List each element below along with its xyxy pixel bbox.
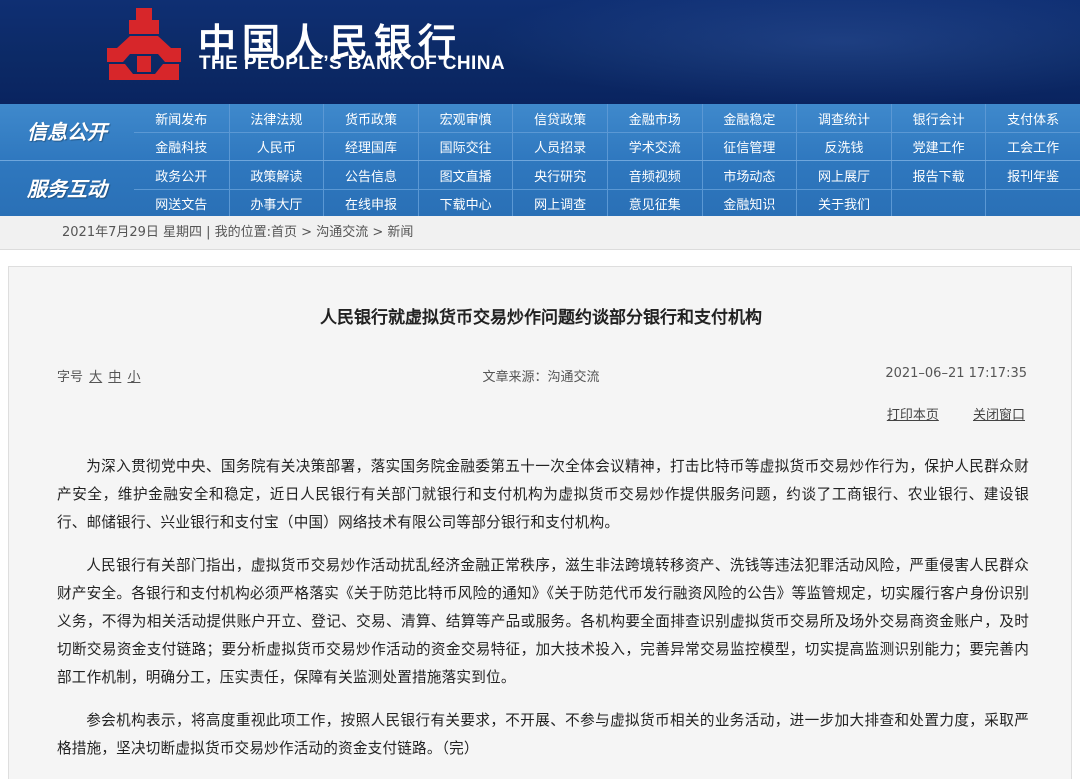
main-nav: 信息公开 新闻发布 法律法规 货币政策 宏观审慎 信贷政策 金融市场 金融稳定 … (0, 104, 1080, 216)
nav-grid-service: 政务公开 政策解读 公告信息 图文直播 央行研究 音频视频 市场动态 网上展厅 … (134, 161, 1080, 217)
nav-item[interactable]: 金融知识 (702, 189, 797, 217)
nav-group-title: 服务互动 (0, 161, 134, 217)
article-datetime: 2021–06–21 17:17:35 (885, 366, 1027, 381)
nav-item[interactable]: 宏观审慎 (418, 104, 513, 132)
nav-item[interactable]: 央行研究 (512, 161, 607, 189)
nav-item[interactable]: 经理国库 (323, 132, 418, 160)
nav-item[interactable]: 支付体系 (985, 104, 1080, 132)
nav-item-empty (985, 189, 1080, 217)
nav-item[interactable]: 办事大厅 (229, 189, 324, 217)
close-window-link[interactable]: 关闭窗口 (973, 408, 1025, 423)
nav-item[interactable]: 征信管理 (702, 132, 797, 160)
article-paragraph: 参会机构表示，将高度重视此项工作，按照人民银行有关要求，不开展、不参与虚拟货币相… (57, 707, 1029, 763)
nav-item[interactable]: 金融市场 (607, 104, 702, 132)
font-small-link[interactable]: 小 (127, 370, 140, 385)
font-medium-link[interactable]: 中 (108, 370, 121, 385)
font-size-switcher: 字号 大 中 小 (57, 366, 140, 385)
nav-item[interactable]: 调查统计 (796, 104, 891, 132)
nav-item[interactable]: 金融科技 (134, 132, 229, 160)
nav-item[interactable]: 货币政策 (323, 104, 418, 132)
nav-item[interactable]: 网上展厅 (796, 161, 891, 189)
nav-item[interactable]: 网送文告 (134, 189, 229, 217)
nav-item[interactable]: 网上调查 (512, 189, 607, 217)
breadcrumb[interactable]: 2021年7月29日 星期四 | 我的位置:首页 > 沟通交流 > 新闻 (62, 216, 413, 250)
nav-item[interactable]: 学术交流 (607, 132, 702, 160)
font-large-link[interactable]: 大 (89, 370, 102, 385)
nav-item-empty (891, 189, 986, 217)
nav-item[interactable]: 音频视频 (607, 161, 702, 189)
nav-item[interactable]: 意见征集 (607, 189, 702, 217)
nav-item[interactable]: 法律法规 (229, 104, 324, 132)
nav-item[interactable]: 政务公开 (134, 161, 229, 189)
nav-item[interactable]: 信贷政策 (512, 104, 607, 132)
article-body: 为深入贯彻党中央、国务院有关决策部署，落实国务院金融委第五十一次全体会议精神，打… (57, 453, 1029, 778)
logo-english-name: THE PEOPLE’S BANK OF CHINA (199, 53, 505, 75)
nav-group-service: 服务互动 政务公开 政策解读 公告信息 图文直播 央行研究 音频视频 市场动态 … (0, 160, 1080, 216)
nav-item[interactable]: 银行会计 (891, 104, 986, 132)
nav-item[interactable]: 金融稳定 (702, 104, 797, 132)
nav-item[interactable]: 下载中心 (418, 189, 513, 217)
article-paragraph: 为深入贯彻党中央、国务院有关决策部署，落实国务院金融委第五十一次全体会议精神，打… (57, 453, 1029, 537)
nav-item[interactable]: 工会工作 (985, 132, 1080, 160)
nav-item[interactable]: 公告信息 (323, 161, 418, 189)
nav-grid-info: 新闻发布 法律法规 货币政策 宏观审慎 信贷政策 金融市场 金融稳定 调查统计 … (134, 104, 1080, 160)
nav-item[interactable]: 市场动态 (702, 161, 797, 189)
nav-item[interactable]: 在线申报 (323, 189, 418, 217)
nav-item[interactable]: 党建工作 (891, 132, 986, 160)
nav-item[interactable]: 新闻发布 (134, 104, 229, 132)
nav-item[interactable]: 图文直播 (418, 161, 513, 189)
nav-item[interactable]: 报刊年鉴 (985, 161, 1080, 189)
breadcrumb-bar: 2021年7月29日 星期四 | 我的位置:首页 > 沟通交流 > 新闻 (0, 216, 1080, 250)
font-size-label: 字号 (57, 370, 83, 385)
pboc-emblem-icon[interactable] (103, 6, 185, 82)
nav-item[interactable]: 国际交往 (418, 132, 513, 160)
print-page-link[interactable]: 打印本页 (887, 408, 939, 423)
nav-item[interactable]: 关于我们 (796, 189, 891, 217)
nav-item[interactable]: 反洗钱 (796, 132, 891, 160)
header-glow (480, 0, 1080, 104)
nav-item[interactable]: 报告下载 (891, 161, 986, 189)
nav-item[interactable]: 人员招录 (512, 132, 607, 160)
site-header: 中国人民银行 THE PEOPLE’S BANK OF CHINA (0, 0, 1080, 104)
article-paragraph: 人民银行有关部门指出，虚拟货币交易炒作活动扰乱经济金融正常秩序，滋生非法跨境转移… (57, 552, 1029, 692)
nav-group-title: 信息公开 (0, 104, 134, 160)
article-panel: 人民银行就虚拟货币交易炒作问题约谈部分银行和支付机构 文章来源：沟通交流 字号 … (8, 266, 1072, 779)
article-title: 人民银行就虚拟货币交易炒作问题约谈部分银行和支付机构 (9, 303, 1073, 328)
article-actions: 打印本页 关闭窗口 (857, 404, 1025, 423)
nav-group-info: 信息公开 新闻发布 法律法规 货币政策 宏观审慎 信贷政策 金融市场 金融稳定 … (0, 104, 1080, 160)
article-meta: 文章来源：沟通交流 字号 大 中 小 2021–06–21 17:17:35 (9, 366, 1073, 388)
nav-item[interactable]: 政策解读 (229, 161, 324, 189)
nav-item[interactable]: 人民币 (229, 132, 324, 160)
